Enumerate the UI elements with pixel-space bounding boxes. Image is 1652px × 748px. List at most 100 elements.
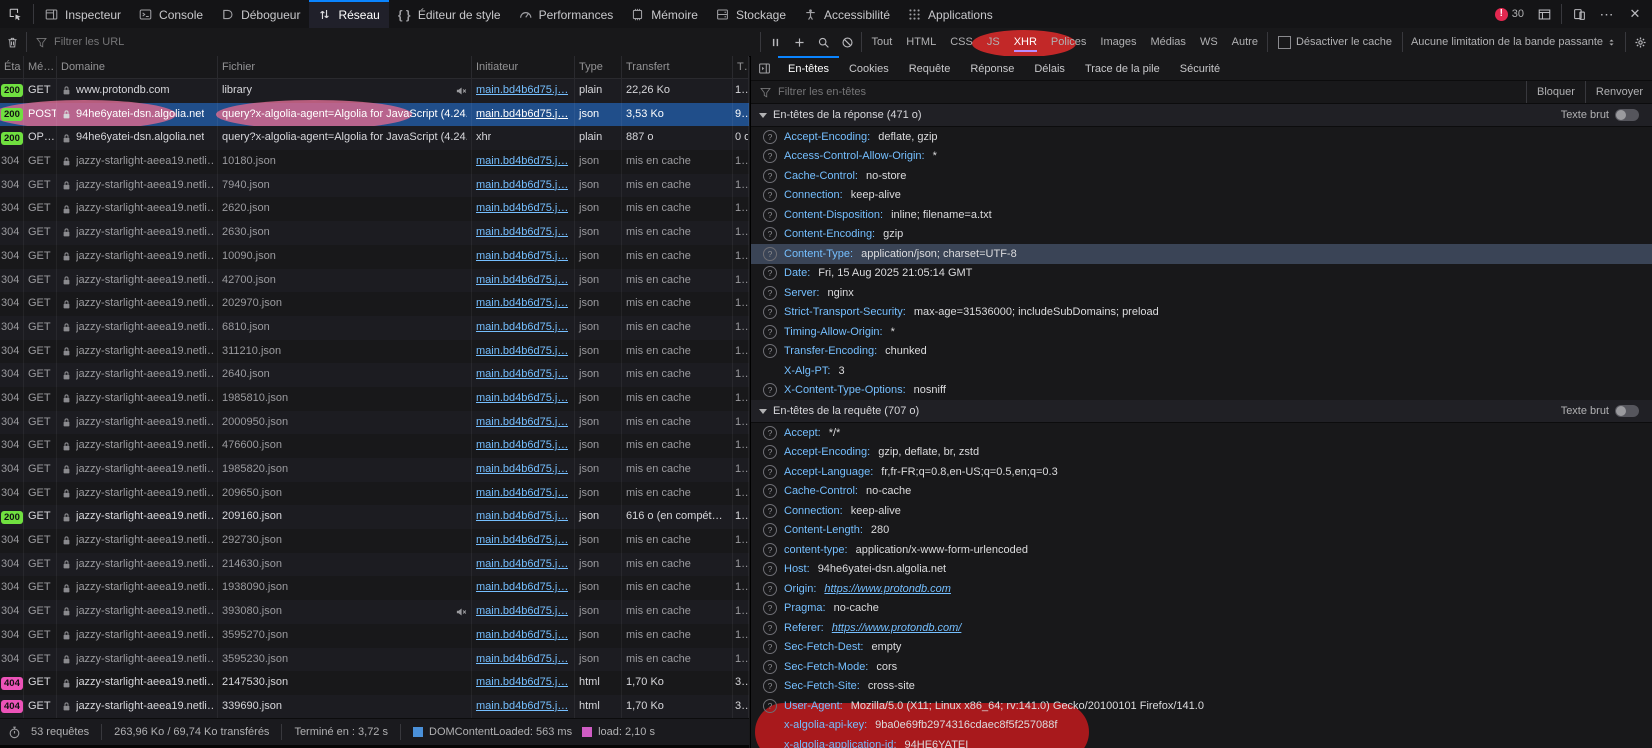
header-row-access-control-allow-origin[interactable]: ?Access-Control-Allow-Origin:* xyxy=(751,147,1652,167)
column-header-3[interactable]: Fichier xyxy=(218,56,472,78)
header-row-connection[interactable]: ?Connection:keep-alive xyxy=(751,186,1652,206)
header-row-sec-fetch-site[interactable]: ?Sec-Fetch-Site:cross-site xyxy=(751,677,1652,697)
help-icon[interactable]: ? xyxy=(763,582,777,596)
details-tab-r-ponse[interactable]: Réponse xyxy=(960,56,1024,80)
table-row[interactable]: 304GETjazzy-starlight-aeea19.netli…10090… xyxy=(0,245,749,269)
initiator-text[interactable]: main.bd4b6d75.j… xyxy=(476,624,568,648)
filter-xhr[interactable]: XHR xyxy=(1008,33,1043,51)
help-icon[interactable]: ? xyxy=(763,426,777,440)
table-row[interactable]: 304GETjazzy-starlight-aeea19.netli…2630.… xyxy=(0,221,749,245)
header-row-server[interactable]: ?Server:nginx xyxy=(751,283,1652,303)
help-icon[interactable]: ? xyxy=(763,445,777,459)
raw-headers-toggle[interactable] xyxy=(1615,405,1639,417)
tab-reseau[interactable]: Réseau xyxy=(309,0,388,28)
header-row-host[interactable]: ?Host:94he6yatei-dsn.algolia.net xyxy=(751,560,1652,580)
filter-médias[interactable]: Médias xyxy=(1144,33,1191,51)
table-row[interactable]: 304GETjazzy-starlight-aeea19.netli…29273… xyxy=(0,529,749,553)
help-icon[interactable]: ? xyxy=(763,130,777,144)
initiator-text[interactable]: main.bd4b6d75.j… xyxy=(476,245,568,269)
initiator-text[interactable]: main.bd4b6d75.j… xyxy=(476,434,568,458)
column-header-4[interactable]: Initiateur xyxy=(472,56,575,78)
help-icon[interactable]: ? xyxy=(763,465,777,479)
table-row[interactable]: 304GETjazzy-starlight-aeea19.netli…19858… xyxy=(0,387,749,411)
help-icon[interactable]: ? xyxy=(763,305,777,319)
help-icon[interactable]: ? xyxy=(763,484,777,498)
table-row[interactable]: 304GETjazzy-starlight-aeea19.netli…35952… xyxy=(0,624,749,648)
initiator-text[interactable]: main.bd4b6d75.j… xyxy=(476,529,568,553)
initiator-text[interactable]: main.bd4b6d75.j… xyxy=(476,482,568,506)
header-row-content-type[interactable]: ?Content-Type:application/json; charset=… xyxy=(751,244,1652,264)
table-row[interactable]: 200GETwww.protondb.comlibrarymain.bd4b6d… xyxy=(0,79,749,103)
column-header-5[interactable]: Type xyxy=(575,56,622,78)
pause-traffic-button[interactable] xyxy=(763,30,787,54)
tab-debogueur[interactable]: Débogueur xyxy=(212,0,309,28)
column-header-0[interactable]: Éta xyxy=(0,56,24,78)
tab-memoire[interactable]: Mémoire xyxy=(622,0,707,28)
request-headers-section-header[interactable]: En-têtes de la requête (707 o) Texte bru… xyxy=(751,400,1652,423)
response-headers-section-header[interactable]: En-têtes de la réponse (471 o) Texte bru… xyxy=(751,104,1652,127)
header-row-sec-fetch-mode[interactable]: ?Sec-Fetch-Mode:cors xyxy=(751,657,1652,677)
help-icon[interactable]: ? xyxy=(763,562,777,576)
table-row[interactable]: 304GETjazzy-starlight-aeea19.netli…2620.… xyxy=(0,197,749,221)
throttling-select[interactable]: Aucune limitation de la bande passante xyxy=(1405,36,1623,48)
raw-headers-toggle[interactable] xyxy=(1615,109,1639,121)
help-icon[interactable]: ? xyxy=(763,504,777,518)
url-filter-input[interactable]: Filtrer les URL xyxy=(29,36,675,49)
column-header-6[interactable]: Transfert xyxy=(622,56,733,78)
header-row-cache-control[interactable]: ?Cache-Control:no-store xyxy=(751,166,1652,186)
table-row[interactable]: 304GETjazzy-starlight-aeea19.netli…47660… xyxy=(0,434,749,458)
error-count-button[interactable]: ! 30 xyxy=(1490,8,1529,21)
tab-inspecteur[interactable]: Inspecteur xyxy=(36,0,130,28)
initiator-text[interactable]: main.bd4b6d75.j… xyxy=(476,600,568,624)
filter-ws[interactable]: WS xyxy=(1194,33,1224,51)
initiator-text[interactable]: main.bd4b6d75.j… xyxy=(476,316,568,340)
initiator-text[interactable]: main.bd4b6d75.j… xyxy=(476,648,568,672)
more-tools-menu-button[interactable]: ⋯ xyxy=(1594,1,1620,27)
header-row-cache-control[interactable]: ?Cache-Control:no-cache xyxy=(751,482,1652,502)
help-icon[interactable]: ? xyxy=(763,266,777,280)
sidebar-toggle-button[interactable] xyxy=(751,56,778,80)
table-row[interactable]: 304GETjazzy-starlight-aeea19.netli…20009… xyxy=(0,411,749,435)
initiator-text[interactable]: main.bd4b6d75.j… xyxy=(476,197,568,221)
tab-accessibilite[interactable]: Accessibilité xyxy=(795,0,899,28)
close-devtools-button[interactable]: ✕ xyxy=(1622,1,1648,27)
new-request-button[interactable] xyxy=(787,30,811,54)
header-row-strict-transport-security[interactable]: ?Strict-Transport-Security:max-age=31536… xyxy=(751,303,1652,323)
table-row[interactable]: 304GETjazzy-starlight-aeea19.netli…10180… xyxy=(0,150,749,174)
help-icon[interactable]: ? xyxy=(763,523,777,537)
details-tab-cookies[interactable]: Cookies xyxy=(839,56,899,80)
table-row[interactable]: 304GETjazzy-starlight-aeea19.netli…2640.… xyxy=(0,363,749,387)
search-button[interactable] xyxy=(811,30,835,54)
details-tab-trace-de-la-pile[interactable]: Trace de la pile xyxy=(1075,56,1170,80)
header-row-accept[interactable]: ?Accept:*/* xyxy=(751,423,1652,443)
filter-polices[interactable]: Polices xyxy=(1045,33,1092,51)
table-row[interactable]: 200OP…94he6yatei-dsn.algolia.netquery?x-… xyxy=(0,126,749,150)
table-row[interactable]: 304GETjazzy-starlight-aeea19.netli…20297… xyxy=(0,292,749,316)
initiator-text[interactable]: main.bd4b6d75.j… xyxy=(476,103,568,127)
header-row-x-content-type-options[interactable]: ?X-Content-Type-Options:nosniff xyxy=(751,381,1652,401)
initiator-text[interactable]: main.bd4b6d75.j… xyxy=(476,174,568,198)
details-tab-d-lais[interactable]: Délais xyxy=(1024,56,1075,80)
tab-style[interactable]: { }Éditeur de style xyxy=(389,0,510,28)
header-row-connection[interactable]: ?Connection:keep-alive xyxy=(751,501,1652,521)
initiator-text[interactable]: main.bd4b6d75.j… xyxy=(476,292,568,316)
header-row-content-disposition[interactable]: ?Content-Disposition:inline; filename=a.… xyxy=(751,205,1652,225)
table-row[interactable]: 200GETjazzy-starlight-aeea19.netli…20916… xyxy=(0,505,749,529)
header-row-accept-language[interactable]: ?Accept-Language:fr,fr-FR;q=0.8,en-US;q=… xyxy=(751,462,1652,482)
table-row[interactable]: 304GETjazzy-starlight-aeea19.netli…19380… xyxy=(0,576,749,600)
tab-console[interactable]: Console xyxy=(130,0,212,28)
network-settings-button[interactable] xyxy=(1628,30,1652,54)
split-console-button[interactable] xyxy=(1531,1,1557,27)
initiator-text[interactable]: main.bd4b6d75.j… xyxy=(476,269,568,293)
initiator-text[interactable]: main.bd4b6d75.j… xyxy=(476,150,568,174)
initiator-text[interactable]: main.bd4b6d75.j… xyxy=(476,458,568,482)
help-icon[interactable]: ? xyxy=(763,149,777,163)
column-header-1[interactable]: Mé… xyxy=(24,56,57,78)
block-requests-button[interactable] xyxy=(835,30,859,54)
header-row-origin[interactable]: ?Origin:https://www.protondb.com xyxy=(751,579,1652,599)
header-row-referer[interactable]: ?Referer:https://www.protondb.com/ xyxy=(751,618,1652,638)
initiator-text[interactable]: main.bd4b6d75.j… xyxy=(476,505,568,529)
header-row-accept-encoding[interactable]: ?Accept-Encoding:gzip, deflate, br, zstd xyxy=(751,443,1652,463)
table-row[interactable]: 304GETjazzy-starlight-aeea19.netli…21463… xyxy=(0,553,749,577)
header-row-user-agent[interactable]: ?User-Agent:Mozilla/5.0 (X11; Linux x86_… xyxy=(751,696,1652,716)
